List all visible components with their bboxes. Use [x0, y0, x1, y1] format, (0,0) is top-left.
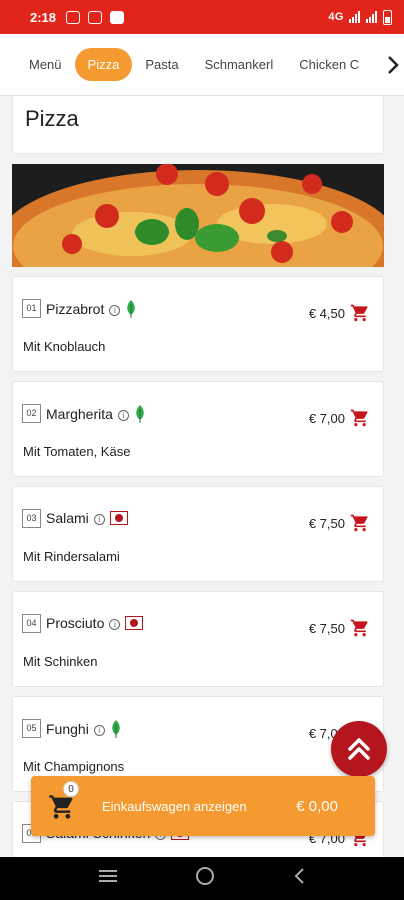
network-label: 4G [328, 11, 344, 23]
home-button[interactable] [195, 866, 215, 891]
item-name-row: Prosciuto i [46, 615, 144, 633]
leaf-icon [125, 300, 137, 321]
info-icon[interactable]: i [93, 725, 105, 736]
battery-icon [383, 9, 392, 25]
section-title: Pizza [25, 106, 79, 131]
signal-icon [366, 11, 377, 23]
item-price: € 7,50 [308, 516, 345, 531]
item-description: Mit Schinken [23, 654, 98, 669]
tab-pasta[interactable]: Pasta [132, 48, 191, 81]
cart-icon [350, 619, 368, 637]
meat-icon [125, 615, 144, 633]
cart-total: € 0,00 [296, 797, 338, 815]
cart-icon [350, 514, 368, 532]
item-description: Mit Champignons [23, 759, 125, 774]
item-name: Funghi [46, 721, 89, 738]
menu-item[interactable]: 01 Pizzabrot i Mit Knoblauch € 4,50 [12, 276, 384, 372]
info-icon[interactable]: i [109, 618, 121, 630]
item-price: € 4,50 [308, 306, 345, 321]
item-description: Mit Rindersalami [23, 549, 120, 564]
leaf-icon [110, 720, 122, 741]
leaf-icon [134, 405, 146, 426]
view-cart-button[interactable]: 0 Einkaufswagen anzeigen € 0,00 [31, 776, 375, 836]
info-icon[interactable]: i [117, 410, 129, 421]
pizza-banner-image [12, 164, 384, 267]
back-icon [294, 868, 304, 884]
menu-item[interactable]: 02 Margherita i Mit Tomaten, Käse € 7,00 [12, 381, 384, 477]
info-icon[interactable]: i [109, 305, 121, 316]
item-number: 02 [22, 404, 41, 423]
recent-apps-button[interactable] [98, 868, 118, 889]
cart-icon [350, 304, 368, 322]
menu-item[interactable]: 03 Salami i Mit Rindersalami € 7,50 [12, 486, 384, 582]
tab-pizza[interactable]: Pizza [74, 48, 133, 81]
status-bar: 2:18 4G [0, 0, 404, 34]
item-price: € 7,00 [308, 411, 345, 426]
back-button[interactable] [292, 867, 306, 890]
notification-icon [88, 10, 103, 24]
item-description: Mit Tomaten, Käse [23, 444, 131, 459]
add-to-cart-button[interactable] [350, 513, 370, 538]
item-number: 04 [22, 614, 41, 633]
mail-icon [110, 10, 125, 24]
notification-icon [66, 10, 81, 24]
double-chevron-up-icon [348, 738, 370, 760]
category-tabs: Menü Pizza Pasta Schmankerl Chicken C [0, 34, 404, 96]
item-name-row: Margherita i [46, 405, 146, 426]
pizza-illustration [12, 164, 384, 267]
section-header: Pizza [12, 96, 384, 154]
meat-icon [109, 510, 128, 528]
status-time: 2:18 [30, 9, 57, 25]
home-circle-icon [195, 867, 214, 885]
status-indicators: 4G [328, 9, 392, 25]
chevron-right-icon [388, 56, 399, 74]
cart-icon [350, 409, 368, 427]
menu-item[interactable]: 04 Prosciuto i Mit Schinken € 7,50 [12, 591, 384, 687]
item-name-row: Funghi i [46, 720, 122, 741]
tab-schmankerl[interactable]: Schmankerl [192, 48, 287, 81]
tabs-scroll-right-button[interactable] [382, 34, 404, 95]
item-number: 03 [22, 509, 41, 528]
scroll-to-top-button[interactable] [331, 721, 387, 777]
add-to-cart-button[interactable] [350, 303, 370, 328]
cart-count-badge: 0 [63, 781, 79, 797]
item-name: Salami [46, 510, 89, 526]
cart-label: Einkaufswagen anzeigen [102, 798, 247, 814]
tab-chicken[interactable]: Chicken C [286, 48, 372, 81]
cart-icon: 0 [48, 781, 82, 823]
item-number: 05 [22, 719, 41, 738]
item-name-row: Salami i [46, 510, 128, 528]
add-to-cart-button[interactable] [350, 618, 370, 643]
item-description: Mit Knoblauch [23, 339, 106, 354]
tab-menu[interactable]: Menü [16, 48, 75, 81]
signal-icon [349, 11, 360, 23]
item-name-row: Pizzabrot i [46, 300, 137, 321]
add-to-cart-button[interactable] [350, 408, 370, 433]
item-number: 01 [22, 299, 41, 318]
item-name: Prosciuto [46, 615, 105, 631]
item-name: Pizzabrot [46, 301, 105, 318]
system-navigation-bar [0, 857, 404, 900]
item-price: € 7,50 [308, 621, 345, 636]
info-icon[interactable]: i [93, 513, 105, 525]
item-name: Margherita [46, 406, 113, 423]
menu-icon [99, 870, 118, 882]
